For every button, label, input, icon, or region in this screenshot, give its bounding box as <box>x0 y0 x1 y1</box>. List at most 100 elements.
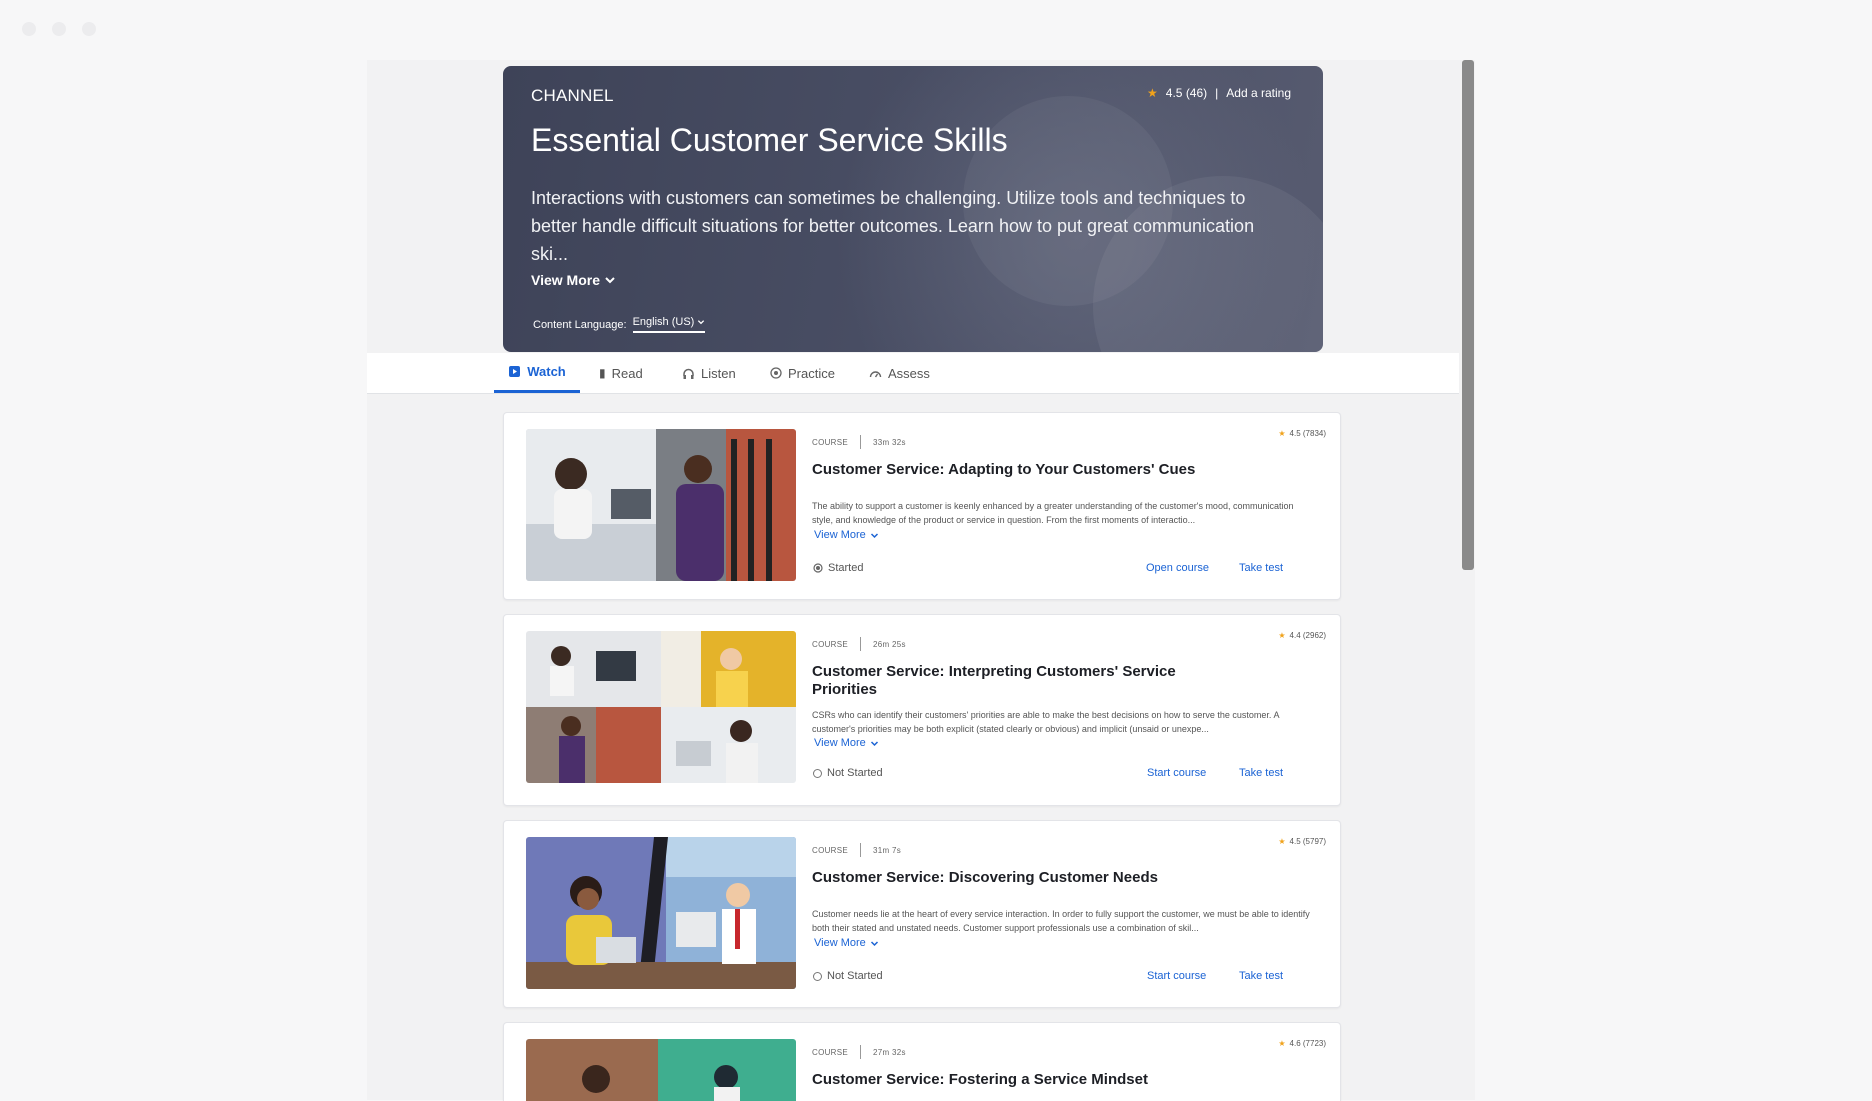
course-card[interactable]: COURSE 33m 32s Customer Service: Adaptin… <box>503 412 1341 600</box>
course-duration: 33m 32s <box>873 437 906 447</box>
chevron-down-icon <box>870 740 878 746</box>
meta-divider <box>860 637 862 651</box>
course-thumbnail[interactable] <box>526 631 796 783</box>
view-more-link[interactable]: View More <box>814 529 879 541</box>
status-label: Started <box>828 562 864 574</box>
tab-label: Assess <box>888 365 930 381</box>
window-dot[interactable] <box>22 22 36 36</box>
window-controls <box>22 22 96 36</box>
channel-rating: ★ 4.5 (46) | Add a rating <box>1147 86 1291 100</box>
tab-listen[interactable]: Listen <box>682 353 736 393</box>
tab-label: Watch <box>527 364 566 379</box>
course-status: Not Started <box>813 970 883 982</box>
chevron-down-icon <box>870 940 878 946</box>
content-language: Content Language: English (US) <box>533 316 706 333</box>
course-title[interactable]: Customer Service: Fostering a Service Mi… <box>812 1071 1212 1089</box>
start-course-button[interactable]: Start course <box>1147 970 1206 982</box>
view-more-label: View More <box>814 937 866 949</box>
course-rating: ★ 4.5 (5797) <box>1278 837 1326 846</box>
star-icon: ★ <box>1147 86 1158 100</box>
channel-kicker: CHANNEL <box>531 86 614 105</box>
in-progress-icon <box>813 563 823 573</box>
course-image <box>526 837 796 989</box>
open-course-button[interactable]: Open course <box>1146 562 1209 574</box>
course-rating: ★ 4.4 (2962) <box>1278 631 1326 640</box>
view-more-button[interactable]: View More <box>531 272 616 288</box>
rating-value: 4.4 (2962) <box>1289 631 1326 640</box>
course-card[interactable]: COURSE 31m 7s Customer Service: Discover… <box>503 820 1341 1008</box>
target-icon <box>770 367 782 379</box>
course-type: COURSE <box>812 845 849 855</box>
page-title: Essential Customer Service Skills <box>531 122 1008 158</box>
rating-value: 4.5 (46) <box>1165 86 1208 100</box>
star-icon: ★ <box>1278 1039 1286 1048</box>
not-started-icon <box>813 768 822 778</box>
window-dot[interactable] <box>52 22 66 36</box>
course-thumbnail[interactable] <box>526 837 796 989</box>
chevron-down-icon <box>698 320 705 325</box>
course-type: COURSE <box>812 639 849 649</box>
rating-value: 4.6 (7723) <box>1289 1039 1326 1048</box>
meta-divider <box>860 843 862 857</box>
course-type: COURSE <box>812 1047 849 1057</box>
course-meta: COURSE 31m 7s <box>812 843 901 857</box>
course-image <box>526 631 796 783</box>
course-image <box>526 429 796 581</box>
take-test-button[interactable]: Take test <box>1239 970 1283 982</box>
course-meta: COURSE 33m 32s <box>812 435 906 449</box>
gauge-icon <box>869 371 882 378</box>
view-more-label: View More <box>814 529 866 541</box>
course-thumbnail[interactable] <box>526 429 796 581</box>
tab-label: Read <box>611 365 643 381</box>
book-icon: ▮ <box>599 366 606 380</box>
start-course-button[interactable]: Start course <box>1147 767 1206 779</box>
content-tabs: Watch ▮ Read Listen Practice Assess <box>367 353 1459 394</box>
take-test-button[interactable]: Take test <box>1239 767 1283 779</box>
course-meta: COURSE 26m 25s <box>812 637 906 651</box>
course-title[interactable]: Customer Service: Discovering Customer N… <box>812 869 1212 887</box>
course-card[interactable]: COURSE 27m 32s Customer Service: Fosteri… <box>503 1022 1341 1101</box>
tab-assess[interactable]: Assess <box>869 353 930 393</box>
tab-watch[interactable]: Watch <box>494 353 580 393</box>
course-image <box>526 1039 796 1101</box>
course-card[interactable]: COURSE 26m 25s Customer Service: Interpr… <box>503 614 1341 806</box>
status-label: Not Started <box>827 970 883 982</box>
star-icon: ★ <box>1278 631 1286 640</box>
add-rating-link[interactable]: Add a rating <box>1226 86 1291 100</box>
not-started-icon <box>813 971 822 981</box>
star-icon: ★ <box>1278 429 1286 438</box>
rating-separator: | <box>1215 86 1219 100</box>
course-description: CSRs who can identify their customers' p… <box>812 710 1279 734</box>
course-meta: COURSE 27m 32s <box>812 1045 906 1059</box>
course-rating: ★ 4.6 (7723) <box>1278 1039 1326 1048</box>
course-duration: 26m 25s <box>873 639 906 649</box>
view-more-link[interactable]: View More <box>814 937 879 949</box>
channel-hero: CHANNEL Essential Customer Service Skill… <box>503 66 1323 352</box>
tab-read[interactable]: ▮ Read <box>599 353 643 393</box>
star-icon: ★ <box>1278 837 1286 846</box>
rating-value: 4.5 (5797) <box>1289 837 1326 846</box>
course-title[interactable]: Customer Service: Interpreting Customers… <box>812 663 1192 699</box>
channel-description: Interactions with customers can sometime… <box>531 188 1255 264</box>
course-description: The ability to support a customer is kee… <box>812 501 1294 525</box>
course-title[interactable]: Customer Service: Adapting to Your Custo… <box>812 461 1212 479</box>
video-icon <box>509 366 521 377</box>
language-select[interactable]: English (US) <box>632 316 706 333</box>
view-more-link[interactable]: View More <box>814 737 879 749</box>
window-dot[interactable] <box>82 22 96 36</box>
meta-divider <box>860 435 862 449</box>
tab-label: Listen <box>701 365 736 381</box>
course-thumbnail[interactable] <box>526 1039 796 1101</box>
headphones-icon <box>683 368 694 379</box>
content-language-label: Content Language: <box>533 318 627 331</box>
course-status: Started <box>813 562 863 574</box>
language-value: English (US) <box>632 316 695 328</box>
course-duration: 27m 32s <box>873 1047 906 1057</box>
chevron-down-icon <box>870 532 878 538</box>
take-test-button[interactable]: Take test <box>1239 562 1283 574</box>
course-status: Not Started <box>813 767 883 779</box>
scrollbar-thumb[interactable] <box>1462 60 1474 570</box>
course-description: Customer needs lie at the heart of every… <box>812 909 1310 933</box>
view-more-label: View More <box>531 272 600 288</box>
tab-practice[interactable]: Practice <box>770 353 835 393</box>
